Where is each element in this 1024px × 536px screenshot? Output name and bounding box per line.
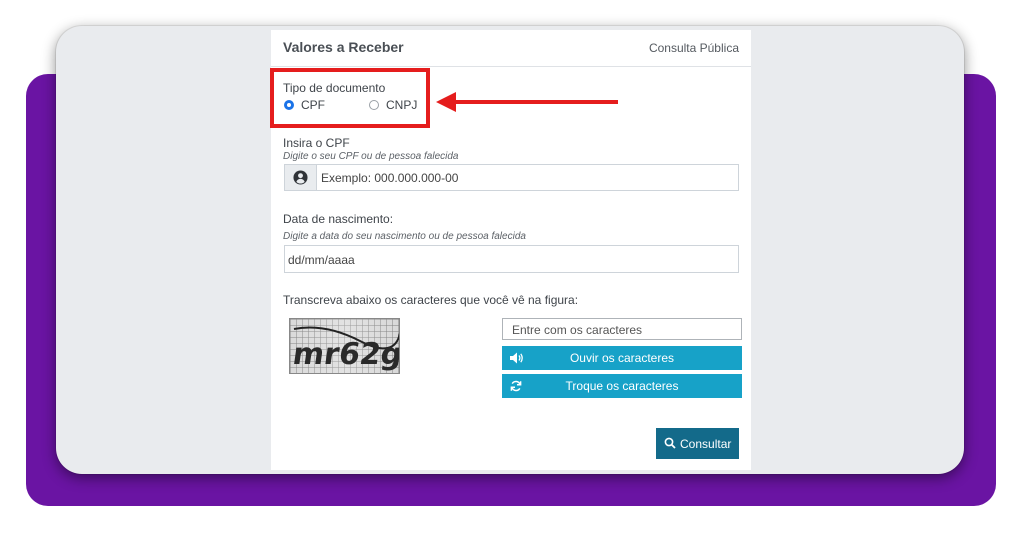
cpf-hint: Digite o seu CPF ou de pessoa falecida bbox=[283, 151, 459, 162]
birth-date-placeholder: dd/mm/aaaa bbox=[288, 253, 355, 267]
refresh-captcha-button[interactable]: Troque os caracteres bbox=[502, 374, 742, 398]
captcha-text: mr62g bbox=[291, 337, 400, 372]
captcha-input[interactable]: Entre com os caracteres bbox=[502, 318, 742, 340]
listen-captcha-button[interactable]: Ouvir os caracteres bbox=[502, 346, 742, 370]
listen-captcha-label: Ouvir os caracteres bbox=[569, 351, 675, 365]
cpf-label: Insira o CPF bbox=[283, 136, 350, 150]
annotation-arrow-line bbox=[452, 100, 618, 104]
page-title: Valores a Receber bbox=[283, 39, 404, 55]
birth-label: Data de nascimento: bbox=[283, 212, 394, 226]
panel-header: Valores a Receber Consulta Pública bbox=[271, 30, 751, 67]
page-subtitle: Consulta Pública bbox=[648, 41, 739, 55]
annotation-arrow-icon bbox=[436, 92, 456, 112]
cpf-input[interactable]: Exemplo: 000.000.000-00 bbox=[321, 171, 458, 185]
consultar-button[interactable]: Consultar bbox=[656, 428, 739, 459]
birth-hint: Digite a data do seu nascimento ou de pe… bbox=[283, 231, 526, 242]
annotation-highlight-box bbox=[270, 68, 430, 128]
captcha-image: mr62g bbox=[289, 318, 400, 374]
birth-date-field[interactable]: dd/mm/aaaa bbox=[284, 245, 739, 273]
cpf-addon bbox=[285, 165, 317, 190]
captcha-input-placeholder: Entre com os caracteres bbox=[512, 323, 643, 337]
cpf-input-group: Exemplo: 000.000.000-00 bbox=[284, 164, 739, 191]
consultar-label: Consultar bbox=[680, 437, 732, 451]
user-circle-icon bbox=[293, 170, 308, 185]
search-icon bbox=[664, 437, 676, 449]
captcha-instruction: Transcreva abaixo os caracteres que você… bbox=[283, 293, 579, 307]
refresh-captcha-label: Troque os caracteres bbox=[565, 379, 679, 393]
